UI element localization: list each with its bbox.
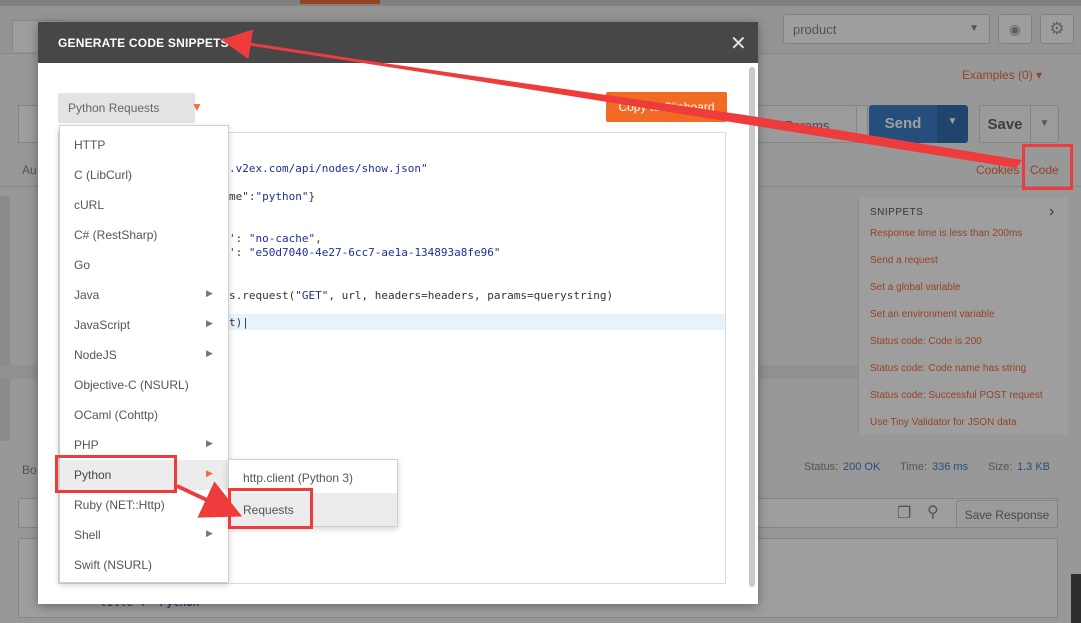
- chevron-right-icon: ▶: [206, 528, 213, 538]
- language-select[interactable]: Python Requests ▼: [58, 93, 203, 123]
- menu-item-label: Ruby (NET::Http): [74, 498, 165, 512]
- menu-item-label: C# (RestSharp): [74, 228, 158, 242]
- code-text: ':: [229, 246, 249, 259]
- chevron-down-icon: ▼: [191, 100, 203, 114]
- modal-title: GENERATE CODE SNIPPETS: [58, 36, 229, 50]
- code-line: ': "no-cache",: [229, 232, 322, 245]
- code-text: , url, headers=headers, params=querystri…: [328, 289, 614, 302]
- menu-item-objective-c[interactable]: Objective-C (NSURL): [60, 370, 228, 400]
- menu-item-csharp[interactable]: C# (RestSharp): [60, 220, 228, 250]
- code-string: "e50d7040-4e27-6cc7-ae1a-134893a8fe96": [248, 246, 501, 259]
- close-icon[interactable]: ✕: [730, 31, 747, 56]
- menu-item-nodejs[interactable]: NodeJS ▶: [60, 340, 228, 370]
- code-line: t)|: [229, 316, 249, 329]
- menu-item-label: OCaml (Cohttp): [74, 408, 159, 422]
- menu-item-label: Go: [74, 258, 91, 272]
- copy-to-clipboard-button[interactable]: Copy to Clipboard: [606, 92, 727, 122]
- annotation-box-code: [1022, 144, 1073, 190]
- menu-item-label: Swift (NSURL): [74, 558, 153, 572]
- code-text: me":: [229, 190, 256, 203]
- code-line: ': "e50d7040-4e27-6cc7-ae1a-134893a8fe96…: [229, 246, 501, 259]
- menu-item-label: cURL: [74, 198, 105, 212]
- menu-item-label: JavaScript: [74, 318, 131, 332]
- menu-item-javascript[interactable]: JavaScript ▶: [60, 310, 228, 340]
- generate-code-modal: GENERATE CODE SNIPPETS ✕ Python Requests…: [38, 22, 758, 604]
- menu-item-go[interactable]: Go: [60, 250, 228, 280]
- menu-item-swift[interactable]: Swift (NSURL): [60, 550, 228, 580]
- menu-item-label: HTTP: [74, 138, 106, 152]
- code-string: "python": [255, 190, 309, 203]
- code-line: .v2ex.com/api/nodes/show.json": [229, 162, 428, 175]
- menu-item-label: NodeJS: [74, 348, 117, 362]
- menu-item-label: PHP: [74, 438, 99, 452]
- code-line: s.request("GET", url, headers=headers, p…: [229, 289, 613, 302]
- menu-item-label: Shell: [74, 528, 101, 542]
- chevron-right-icon: ▶: [206, 288, 213, 298]
- code-string: "GET": [295, 289, 329, 302]
- code-text: t): [229, 316, 243, 329]
- annotation-box-python: [55, 455, 177, 493]
- menu-item-http[interactable]: HTTP: [60, 130, 228, 160]
- code-text: s.request(: [229, 289, 296, 302]
- menu-item-curl[interactable]: cURL: [60, 190, 228, 220]
- code-text: ':: [229, 232, 249, 245]
- annotation-box-requests: [228, 488, 313, 529]
- menu-item-shell[interactable]: Shell ▶: [60, 520, 228, 550]
- modal-scrollbar[interactable]: [749, 67, 755, 587]
- menu-item-label: C (LibCurl): [74, 168, 133, 182]
- code-text: ,: [315, 232, 322, 245]
- menu-item-label: Objective-C (NSURL): [74, 378, 189, 392]
- code-text: }: [308, 190, 316, 203]
- chevron-right-icon: ▶: [206, 438, 213, 448]
- code-string: .v2ex.com/api/nodes/show.json": [229, 162, 428, 175]
- code-string: "no-cache": [248, 232, 316, 245]
- menu-item-label: Java: [74, 288, 100, 302]
- chevron-right-icon: ▶: [206, 348, 213, 358]
- language-menu: HTTP C (LibCurl) cURL C# (RestSharp) Go …: [59, 125, 229, 583]
- menu-item-c-libcurl[interactable]: C (LibCurl): [60, 160, 228, 190]
- modal-header: GENERATE CODE SNIPPETS ✕: [38, 22, 758, 63]
- menu-item-ruby[interactable]: Ruby (NET::Http): [60, 490, 228, 520]
- chevron-right-icon: ▶: [206, 318, 213, 328]
- chevron-right-icon: ▶: [206, 468, 213, 478]
- language-select-value: Python Requests: [68, 101, 160, 115]
- code-line: me":"python"}: [229, 190, 315, 203]
- menu-item-ocaml[interactable]: OCaml (Cohttp): [60, 400, 228, 430]
- menu-item-java[interactable]: Java ▶: [60, 280, 228, 310]
